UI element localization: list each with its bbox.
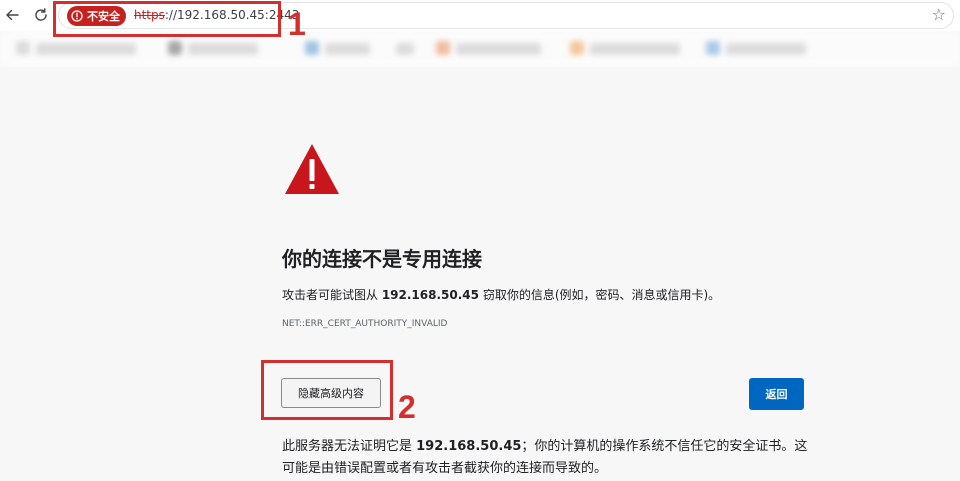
hide-advanced-button[interactable]: 隐藏高级内容	[281, 378, 381, 408]
favorite-item	[590, 43, 680, 55]
back-button[interactable]	[1, 4, 23, 26]
url-scheme: https	[134, 8, 165, 22]
certificate-error-page: 你的连接不是专用连接 攻击者可能试图从 192.168.50.45 窃取你的信息…	[0, 67, 960, 481]
page-title: 你的连接不是专用连接	[282, 247, 482, 271]
url-host: ://192.168.50.45:2443	[164, 8, 300, 22]
reload-button[interactable]	[30, 4, 52, 26]
arrow-left-icon	[6, 9, 19, 21]
address-bar[interactable]: 不安全 https://192.168.50.45:2443 ☆	[58, 2, 954, 29]
error-code: NET::ERR_CERT_AUTHORITY_INVALID	[282, 319, 448, 329]
details-host: 192.168.50.45	[416, 439, 522, 454]
url-text[interactable]: https://192.168.50.45:2443	[134, 8, 299, 22]
warning-triangle-icon	[285, 144, 339, 194]
favorites-bar	[0, 31, 960, 67]
annotation-label-1: 1	[288, 6, 306, 42]
annotation-label-2: 2	[398, 389, 416, 425]
favorite-item	[456, 43, 541, 55]
description-suffix: 窃取你的信息(例如，密码、消息或信用卡)。	[479, 288, 721, 302]
details-prefix: 此服务器无法证明它是	[282, 439, 417, 454]
favorite-item-icon	[436, 41, 450, 55]
page-description: 攻击者可能试图从 192.168.50.45 窃取你的信息(例如，密码、消息或信…	[282, 286, 720, 303]
advanced-details-text: 此服务器无法证明它是 192.168.50.45；你的计算机的操作系统不信任它的…	[282, 436, 812, 480]
favorite-item-icon	[570, 41, 584, 55]
favorite-item-icon	[706, 41, 720, 55]
not-secure-badge[interactable]: 不安全	[67, 6, 126, 26]
favorite-item-icon	[305, 41, 319, 55]
favorite-item	[325, 43, 370, 55]
description-prefix: 攻击者可能试图从	[282, 288, 382, 302]
favorite-item	[396, 43, 414, 55]
favorite-item	[188, 43, 258, 55]
star-outline-icon[interactable]: ☆	[932, 7, 946, 23]
not-secure-label: 不安全	[87, 10, 120, 23]
favorite-item	[726, 43, 806, 55]
favorite-item	[36, 43, 136, 55]
favorite-item-icon	[16, 41, 30, 55]
description-host: 192.168.50.45	[381, 288, 479, 302]
reload-icon	[35, 8, 47, 21]
go-back-button[interactable]: 返回	[749, 378, 804, 410]
shield-warning-icon	[71, 10, 83, 22]
browser-toolbar: 不安全 https://192.168.50.45:2443 ☆	[0, 0, 960, 31]
favorite-item-icon	[168, 41, 182, 55]
